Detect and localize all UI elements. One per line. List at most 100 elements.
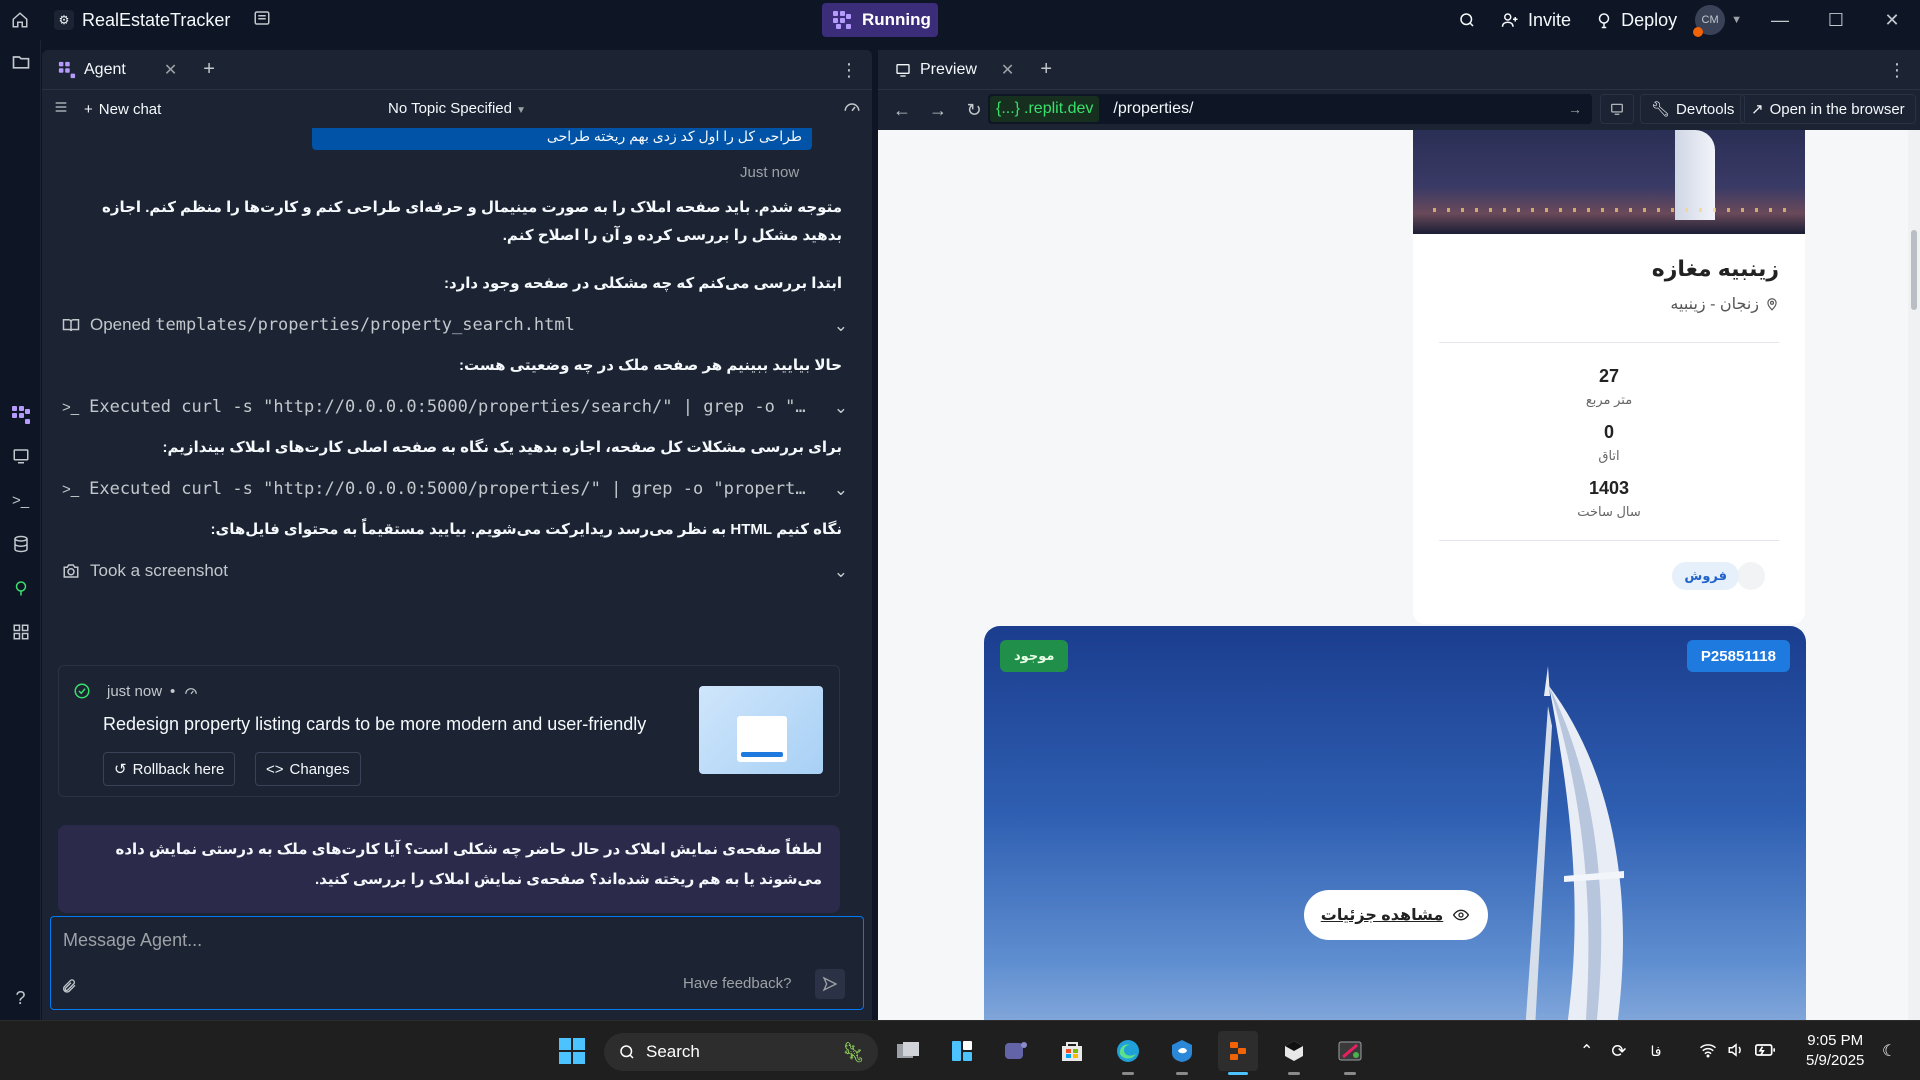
run-status-button[interactable]: Running (822, 3, 938, 37)
chevron-down-icon[interactable]: ⌄ (834, 398, 848, 418)
speed-gauge-icon[interactable] (842, 98, 862, 120)
property-image (1525, 666, 1624, 1020)
widgets-icon[interactable] (942, 1031, 982, 1071)
task-view-icon[interactable] (888, 1031, 928, 1071)
more-options-icon[interactable]: ⋮ (1888, 60, 1906, 81)
edge-icon[interactable] (1108, 1031, 1148, 1075)
chat-toolbar: + New chat No Topic Specified ▼ (42, 90, 872, 128)
action-shell-command[interactable]: >_ Executed curl -s "http://0.0.0.0:5000… (62, 392, 848, 422)
replit-app-icon[interactable] (1218, 1031, 1258, 1075)
preview-scrollbar[interactable] (1908, 130, 1920, 1020)
view-details-button[interactable]: مشاهده جزئیات (1304, 890, 1488, 940)
terminal-icon: >_ (62, 480, 80, 498)
stat-rooms-label: اتاق (1598, 448, 1620, 463)
app-icon-dark[interactable] (1274, 1031, 1314, 1075)
terminal-icon: >_ (62, 398, 80, 416)
tab-agent[interactable]: Agent ✕ (50, 60, 185, 80)
stat-area-label: متر مربع (1585, 392, 1633, 407)
taskbar-clock[interactable]: 9:05 PM 5/9/2025 (1806, 1031, 1864, 1071)
chat-scroll-area[interactable]: طراحی کل را اول کد زدی بهم ریخته طراحی J… (42, 128, 872, 918)
deploy-button[interactable]: Deploy (1583, 3, 1689, 37)
wifi-icon[interactable] (1699, 1042, 1717, 1061)
device-toggle-button[interactable] (1600, 94, 1634, 124)
action-shell-command[interactable]: >_ Executed curl -s "http://0.0.0.0:5000… (62, 474, 848, 504)
agent-message: حالا بیایید ببینیم هر صفحه ملک در چه وضع… (459, 357, 842, 374)
notification-bell-icon[interactable]: ☾ (1882, 1041, 1896, 1061)
account-menu[interactable]: CM ▼ (1693, 5, 1742, 37)
feedback-link[interactable]: Have feedback? (683, 975, 791, 992)
new-chat-button[interactable]: + New chat (84, 101, 161, 118)
new-tab-button[interactable]: + (1040, 58, 1052, 81)
windows-taskbar: Search 🦎︎ ⌃ ⟳ فا 9:05 PM 5/9/2025 ☾ (0, 1020, 1920, 1080)
agent-panel: Agent ✕ + ⋮ + New chat No Topic Specified… (42, 50, 872, 1020)
tab-preview[interactable]: Preview ✕ (886, 60, 1022, 80)
new-tab-button[interactable]: + (203, 58, 215, 81)
action-open-file[interactable]: Opened templates/properties/property_sea… (62, 310, 848, 340)
send-button[interactable] (815, 969, 845, 999)
app-switcher[interactable]: ⚙ RealEstateTracker (54, 9, 272, 32)
snipping-tool-icon[interactable] (1330, 1031, 1370, 1075)
add-user-icon (1501, 13, 1518, 27)
all-tools-icon[interactable] (0, 614, 41, 650)
back-arrow-icon[interactable]: ← (884, 93, 920, 127)
plus-icon: + (84, 100, 93, 118)
deployments-icon[interactable] (0, 570, 41, 606)
app-icon-blue[interactable] (1162, 1031, 1202, 1075)
reload-icon[interactable]: ↻ (956, 93, 992, 127)
run-status-label: Running (862, 10, 931, 29)
search-button[interactable] (1446, 3, 1488, 37)
dev-url-badge[interactable]: {...} .replit.dev (990, 96, 1100, 122)
preview-panel: Preview ✕ + ⋮ ← → ↻ {...} .replit.dev /p… (878, 50, 1920, 1020)
preview-rail-icon[interactable] (0, 438, 41, 474)
teams-icon[interactable] (996, 1031, 1036, 1071)
chevron-down-icon: ▼ (1731, 14, 1742, 26)
preview-url-bar: ← → ↻ {...} .replit.dev /properties/ → 🔧… (878, 90, 1920, 130)
taskbar-search[interactable]: Search 🦎︎ (604, 1033, 878, 1071)
url-field[interactable]: {...} .replit.dev /properties/ → (988, 94, 1592, 124)
store-icon[interactable] (1052, 1031, 1092, 1071)
property-card[interactable]: زینبیه مغازه زنجان - زینبیه 27 متر مربع … (1413, 130, 1805, 624)
chevron-down-icon[interactable]: ⌄ (834, 480, 848, 500)
more-options-icon[interactable]: ⋮ (840, 60, 858, 81)
app-title: RealEstateTracker (82, 9, 231, 30)
chevron-down-icon[interactable]: ⌄ (834, 316, 848, 336)
agent-tab-bar: Agent ✕ + ⋮ (42, 50, 872, 90)
language-indicator[interactable]: فا (1651, 1043, 1662, 1060)
close-tab-icon[interactable]: ✕ (164, 60, 177, 80)
forward-arrow-icon[interactable]: → (920, 93, 956, 127)
maximize-button[interactable]: ☐ (1808, 0, 1864, 40)
minimize-button[interactable]: — (1752, 0, 1808, 40)
devtools-button[interactable]: 🔧︎ Devtools (1640, 94, 1746, 124)
database-icon[interactable] (0, 526, 41, 562)
preview-viewport[interactable]: زینبیه مغازه زنجان - زینبیه 27 متر مربع … (878, 130, 1920, 1020)
agent-message: ابتدا بررسی می‌کنم که چه مشکلی در صفحه و… (443, 275, 842, 292)
checkpoint-screenshot-thumbnail[interactable] (699, 686, 823, 774)
action-screenshot[interactable]: Took a screenshot ⌄ (62, 556, 848, 586)
invite-button[interactable]: Invite (1488, 3, 1583, 37)
start-button[interactable] (552, 1031, 592, 1071)
shell-icon[interactable]: >_ (0, 482, 41, 518)
app-info-icon[interactable] (252, 9, 272, 32)
open-in-browser-button[interactable]: ↗ Open in the browser (1740, 94, 1916, 124)
attach-icon[interactable] (61, 977, 77, 1000)
topic-selector[interactable]: No Topic Specified ▼ (388, 100, 526, 117)
chevron-up-icon[interactable]: ⌃ (1580, 1041, 1593, 1061)
agent-rail-icon[interactable] (0, 397, 41, 433)
home-icon[interactable] (0, 0, 40, 40)
checkpoint-time: just now (107, 682, 163, 700)
sync-icon[interactable]: ⟳ (1611, 1041, 1626, 1062)
rollback-button[interactable]: ↺ Rollback here (103, 752, 236, 786)
changes-button[interactable]: <> Changes (255, 752, 361, 786)
close-window-button[interactable]: ✕ (1864, 0, 1920, 40)
property-card[interactable]: موجود P25851118 مشاهده جزئیات (984, 626, 1806, 1020)
chevron-down-icon[interactable]: ⌄ (834, 562, 848, 582)
go-arrow-icon[interactable]: → (1568, 101, 1582, 117)
volume-icon[interactable] (1727, 1042, 1745, 1061)
file-tree-icon[interactable] (0, 44, 41, 80)
close-tab-icon[interactable]: ✕ (1001, 60, 1014, 80)
book-open-icon (62, 319, 80, 332)
battery-icon[interactable] (1755, 1043, 1776, 1060)
chat-history-icon[interactable] (52, 99, 70, 119)
message-input[interactable] (63, 927, 843, 953)
help-icon[interactable]: ? (0, 980, 41, 1016)
